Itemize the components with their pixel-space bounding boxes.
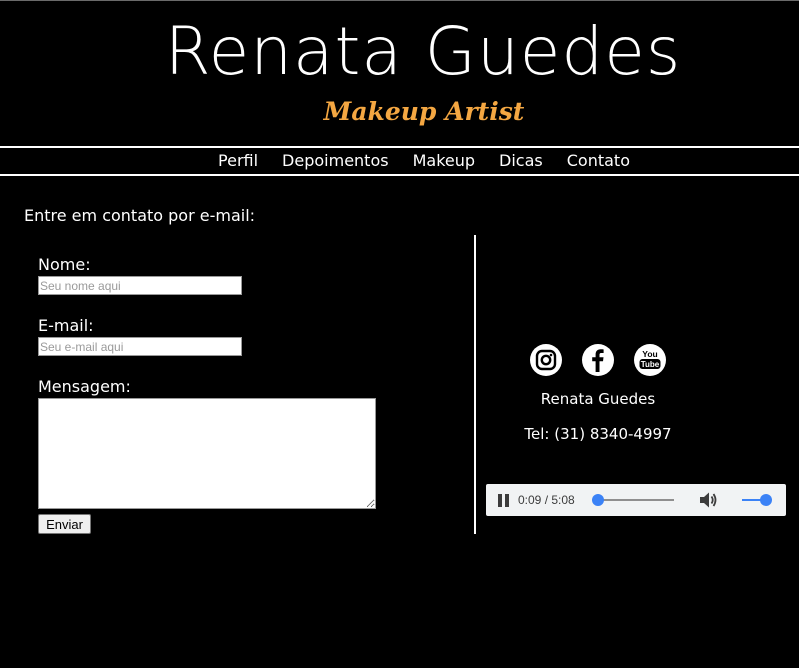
- audio-progress-slider[interactable]: [592, 494, 674, 506]
- youtube-icon[interactable]: You Tube: [634, 344, 666, 376]
- audio-player: 0:09 / 5:08: [486, 484, 786, 516]
- volume-slider[interactable]: [742, 494, 772, 506]
- email-input[interactable]: [38, 337, 242, 356]
- send-button[interactable]: Enviar: [38, 514, 91, 534]
- nav-item-makeup[interactable]: Makeup: [413, 148, 475, 174]
- main-nav: Perfil Depoimentos Makeup Dicas Contato: [0, 146, 799, 176]
- facebook-icon[interactable]: [582, 344, 614, 376]
- name-label: Nome:: [38, 255, 91, 274]
- site-subtitle: Makeup Artist: [323, 97, 525, 126]
- volume-thumb[interactable]: [759, 494, 772, 506]
- vertical-divider: [474, 235, 476, 534]
- message-textarea[interactable]: [38, 398, 376, 509]
- volume-icon[interactable]: [698, 490, 718, 510]
- page: Renata Guedes Makeup Artist Perfil Depoi…: [0, 0, 799, 668]
- contact-heading: Entre em contato por e-mail:: [24, 206, 256, 225]
- site-title: Renata Guedes: [164, 13, 682, 90]
- nav-item-perfil[interactable]: Perfil: [218, 148, 258, 174]
- svg-text:You: You: [642, 349, 657, 359]
- nav-item-depoimentos[interactable]: Depoimentos: [282, 148, 389, 174]
- audio-time: 0:09 / 5:08: [518, 493, 575, 507]
- name-input[interactable]: [38, 276, 242, 295]
- nav-item-dicas[interactable]: Dicas: [499, 148, 543, 174]
- pause-button[interactable]: [496, 492, 512, 508]
- nav-item-contato[interactable]: Contato: [567, 148, 630, 174]
- contact-phone: Tel: (31) 8340-4997: [524, 425, 672, 443]
- instagram-icon[interactable]: [530, 344, 562, 376]
- contact-name: Renata Guedes: [540, 390, 656, 408]
- audio-progress-thumb[interactable]: [592, 494, 605, 506]
- message-label: Mensagem:: [38, 377, 131, 396]
- email-label: E-mail:: [38, 316, 94, 335]
- top-border: [0, 0, 799, 1]
- pause-icon: [498, 494, 502, 507]
- svg-text:Tube: Tube: [641, 360, 660, 369]
